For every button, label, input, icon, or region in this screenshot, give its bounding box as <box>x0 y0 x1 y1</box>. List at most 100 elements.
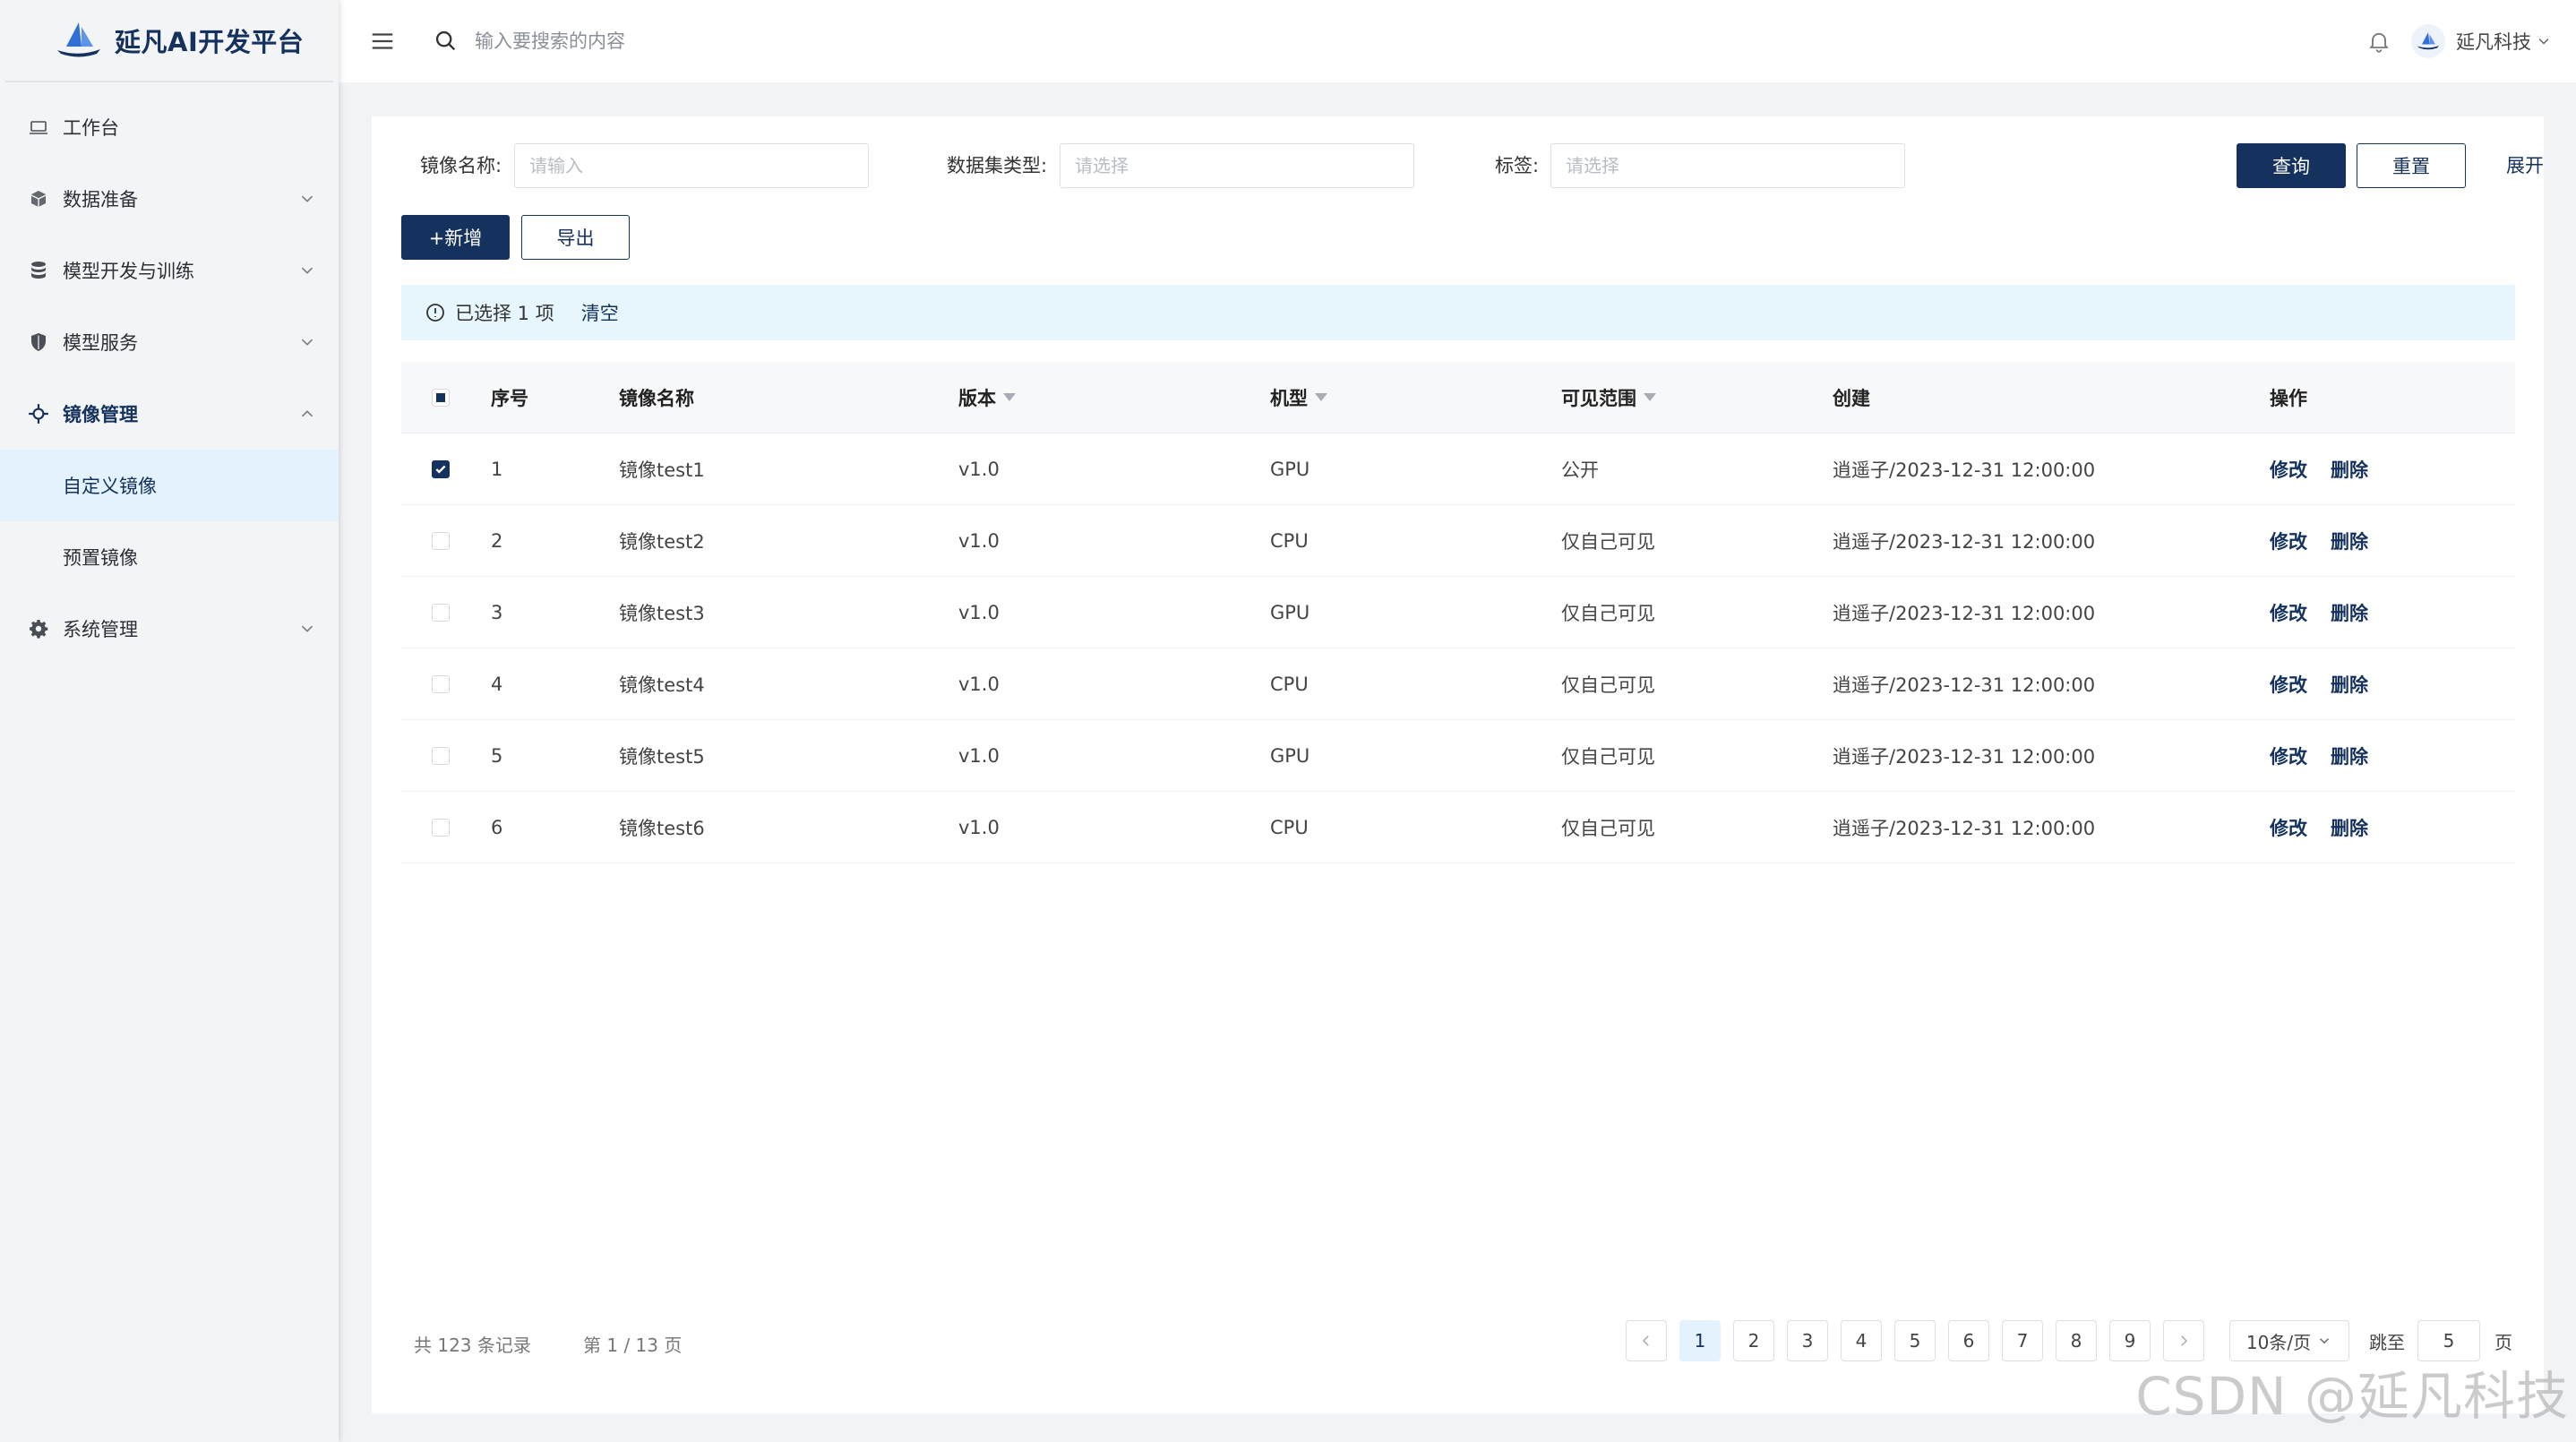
row-version: v1.0 <box>958 458 1000 480</box>
chevron-down-icon <box>301 625 313 632</box>
row-image-name: 镜像test2 <box>619 530 705 553</box>
sidebar-item-preset-image[interactable]: 预置镜像 <box>0 521 339 593</box>
delete-link[interactable]: 删除 <box>2331 742 2368 769</box>
filter-icon[interactable] <box>1003 393 1016 401</box>
row-checkbox[interactable] <box>432 531 450 550</box>
page-button[interactable]: 8 <box>2056 1320 2097 1361</box>
user-name[interactable]: 延凡科技 <box>2456 28 2531 55</box>
filter-icon[interactable] <box>1644 393 1656 401</box>
column-header-version[interactable]: 版本 <box>958 384 1016 411</box>
page-size-value: 10条/页 <box>2245 1331 2312 1353</box>
sidebar-item-model-dev[interactable]: 模型开发与训练 <box>0 235 339 306</box>
sidebar-item-image-management[interactable]: 镜像管理 <box>0 378 339 450</box>
row-image-name: 镜像test4 <box>619 674 705 696</box>
reset-button[interactable]: 重置 <box>2357 143 2466 188</box>
row-machine-type: CPU <box>1270 673 1309 695</box>
page-button[interactable]: 2 <box>1733 1320 1774 1361</box>
row-created: 逍遥子/2023-12-31 12:00:00 <box>1833 745 2096 768</box>
filter-form: 镜像名称: 数据集类型: 标签: 查询 重置 展开 <box>372 143 2544 188</box>
page-button[interactable]: 4 <box>1841 1320 1882 1361</box>
sidebar-item-system-management[interactable]: 系统管理 <box>0 593 339 665</box>
row-actions: 修改 删除 <box>2270 599 2391 626</box>
chevron-right-icon <box>2181 1335 2188 1346</box>
expand-link[interactable]: 展开 <box>2506 143 2544 188</box>
row-visibility: 公开 <box>1561 459 1599 481</box>
row-visibility: 仅自己可见 <box>1561 817 1655 839</box>
cube-icon <box>25 185 52 212</box>
page-button[interactable]: 6 <box>1948 1320 1989 1361</box>
bell-icon[interactable] <box>2366 29 2391 54</box>
row-version: v1.0 <box>958 744 1000 767</box>
edit-link[interactable]: 修改 <box>2270 528 2307 554</box>
row-visibility: 仅自己可见 <box>1561 530 1655 553</box>
search-icon[interactable] <box>434 29 459 54</box>
row-image-name: 镜像test5 <box>619 745 705 768</box>
sidebar-item-label: 模型开发与训练 <box>63 261 194 282</box>
crosshair-icon <box>25 400 52 427</box>
tag-select[interactable] <box>1550 143 1905 188</box>
select-all-checkbox[interactable] <box>432 388 450 407</box>
delete-link[interactable]: 删除 <box>2331 671 2368 698</box>
delete-link[interactable]: 删除 <box>2331 814 2368 841</box>
edit-link[interactable]: 修改 <box>2270 599 2307 626</box>
prev-page-button[interactable] <box>1626 1320 1667 1361</box>
row-index: 6 <box>491 816 503 838</box>
app-title: 延凡AI开发平台 <box>115 27 305 57</box>
page-button[interactable]: 5 <box>1894 1320 1936 1361</box>
export-button[interactable]: 导出 <box>521 215 630 260</box>
main-content: 镜像名称: 数据集类型: 标签: 查询 重置 展开 +新增 导出 已选择 1 项… <box>372 116 2544 1413</box>
sidebar-item-label: 工作台 <box>63 117 119 139</box>
chevron-down-icon <box>301 195 313 202</box>
row-checkbox[interactable] <box>432 459 450 478</box>
edit-link[interactable]: 修改 <box>2270 814 2307 841</box>
sidebar-item-workbench[interactable]: 工作台 <box>0 91 339 163</box>
row-checkbox[interactable] <box>432 746 450 765</box>
filter-icon[interactable] <box>1315 393 1327 401</box>
column-header-machine-type[interactable]: 机型 <box>1270 384 1327 411</box>
sidebar-item-model-service[interactable]: 模型服务 <box>0 306 339 378</box>
avatar[interactable] <box>2411 24 2445 58</box>
row-machine-type: GPU <box>1270 458 1310 480</box>
jump-label: 跳至 <box>2369 1331 2405 1353</box>
sidebar-item-label: 模型服务 <box>63 332 138 354</box>
page-button[interactable]: 1 <box>1679 1320 1721 1361</box>
sidebar-nav: 工作台 数据准备 模型开发与训练 模型服务 镜像管理 自定义镜像 预置镜像 系统… <box>0 82 339 665</box>
delete-link[interactable]: 删除 <box>2331 599 2368 626</box>
image-name-label: 镜像名称: <box>420 155 502 176</box>
add-button[interactable]: +新增 <box>401 215 510 260</box>
row-checkbox[interactable] <box>432 818 450 837</box>
edit-link[interactable]: 修改 <box>2270 456 2307 483</box>
app-logo[interactable]: 延凡AI开发平台 <box>5 0 333 82</box>
delete-link[interactable]: 删除 <box>2331 528 2368 554</box>
sidebar-item-label: 镜像管理 <box>63 404 138 425</box>
selection-alert: 已选择 1 项 清空 <box>401 285 2515 340</box>
edit-link[interactable]: 修改 <box>2270 742 2307 769</box>
column-header-visibility[interactable]: 可见范围 <box>1561 384 1656 411</box>
row-checkbox[interactable] <box>432 603 450 622</box>
page-button[interactable]: 7 <box>2002 1320 2043 1361</box>
menu-toggle-icon[interactable] <box>369 28 396 55</box>
column-header-label: 可见范围 <box>1561 387 1636 409</box>
row-checkbox[interactable] <box>432 674 450 693</box>
dataset-type-select[interactable] <box>1060 143 1414 188</box>
clear-selection-link[interactable]: 清空 <box>581 299 619 326</box>
page-button[interactable]: 3 <box>1787 1320 1828 1361</box>
global-search-input[interactable] <box>475 30 1012 52</box>
table-row: 5 镜像test5 v1.0 GPU 仅自己可见 逍遥子/2023-12-31 … <box>401 720 2515 792</box>
image-name-input[interactable] <box>514 143 869 188</box>
row-visibility: 仅自己可见 <box>1561 674 1655 696</box>
edit-link[interactable]: 修改 <box>2270 671 2307 698</box>
chevron-down-icon[interactable] <box>2535 32 2553 50</box>
row-created: 逍遥子/2023-12-31 12:00:00 <box>1833 602 2096 624</box>
row-actions: 修改 删除 <box>2270 456 2391 483</box>
sidebar-item-data-prep[interactable]: 数据准备 <box>0 163 339 235</box>
query-button[interactable]: 查询 <box>2237 143 2346 188</box>
chevron-down-icon <box>301 267 313 274</box>
delete-link[interactable]: 删除 <box>2331 456 2368 483</box>
table-row: 2 镜像test2 v1.0 CPU 仅自己可见 逍遥子/2023-12-31 … <box>401 505 2515 577</box>
sidebar-item-custom-image[interactable]: 自定义镜像 <box>0 450 339 521</box>
sidebar: 延凡AI开发平台 工作台 数据准备 模型开发与训练 模型服务 镜像管理 自定义镜… <box>0 0 339 1442</box>
shield-icon <box>25 329 52 356</box>
row-index: 4 <box>491 673 503 695</box>
row-created: 逍遥子/2023-12-31 12:00:00 <box>1833 459 2096 481</box>
